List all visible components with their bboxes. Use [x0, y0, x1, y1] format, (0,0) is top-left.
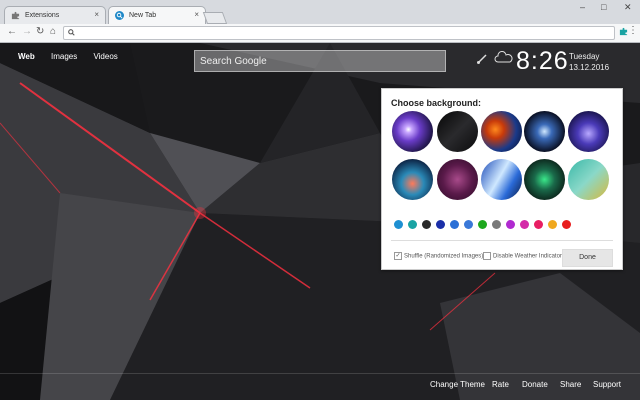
color-swatch[interactable] — [436, 220, 445, 229]
search-tab-videos[interactable]: Videos — [93, 52, 117, 61]
address-bar[interactable] — [63, 26, 615, 40]
background-thumbnail[interactable] — [392, 111, 433, 152]
maximize-icon[interactable]: □ — [601, 2, 606, 12]
color-swatch[interactable] — [450, 220, 459, 229]
footer-share[interactable]: Share — [560, 380, 581, 389]
disable-weather-checkbox[interactable]: Disable Weather Indicator — [483, 252, 562, 260]
tab-new-tab[interactable]: New Tab × — [108, 6, 206, 25]
paintbrush-icon[interactable] — [476, 53, 488, 65]
shuffle-checkbox[interactable]: ✓ Shuffle (Randomized Images) — [394, 252, 483, 260]
minimize-icon[interactable]: – — [580, 2, 585, 12]
color-swatch[interactable] — [464, 220, 473, 229]
clock-day: Tuesday — [569, 52, 600, 61]
search-icon — [68, 29, 75, 36]
color-swatch[interactable] — [562, 220, 571, 229]
weather-label: Disable Weather Indicator — [493, 253, 562, 260]
color-swatch[interactable] — [534, 220, 543, 229]
browser-toolbar: ← → ↻ ⌂ ⋮ — [0, 24, 640, 43]
color-swatch[interactable] — [506, 220, 515, 229]
reload-icon[interactable]: ↻ — [36, 26, 44, 37]
new-tab-page: Web Images Videos 8:26 Tuesday 13.12.201… — [0, 43, 640, 400]
puzzle-icon — [11, 11, 20, 20]
tab-extensions[interactable]: Extensions × — [4, 6, 106, 25]
new-tab-button[interactable] — [202, 12, 228, 24]
footer-support[interactable]: Support — [593, 380, 621, 389]
panel-title: Choose background: — [391, 98, 482, 108]
footer-donate[interactable]: Donate — [522, 380, 548, 389]
search-tab-images[interactable]: Images — [51, 52, 77, 61]
background-thumbnail[interactable] — [568, 159, 609, 200]
color-swatch[interactable] — [478, 220, 487, 229]
shuffle-label: Shuffle (Randomized Images) — [404, 253, 484, 260]
color-swatch[interactable] — [422, 220, 431, 229]
menu-icon[interactable]: ⋮ — [628, 25, 638, 36]
back-icon[interactable]: ← — [7, 26, 17, 37]
tab-label: New Tab — [129, 12, 157, 19]
background-thumbnail[interactable] — [481, 111, 522, 152]
close-window-icon[interactable]: ✕ — [624, 2, 632, 13]
done-button[interactable]: Done — [562, 249, 613, 267]
background-thumbnail[interactable] — [437, 159, 478, 200]
background-thumbnail[interactable] — [437, 111, 478, 152]
search-type-tabs: Web Images Videos — [18, 52, 132, 61]
tab-strip: Extensions × New Tab × – □ ✕ — [0, 0, 640, 25]
background-thumbnail[interactable] — [524, 159, 565, 200]
tab-label: Extensions — [25, 12, 60, 19]
color-swatch[interactable] — [520, 220, 529, 229]
home-icon[interactable]: ⌂ — [50, 26, 56, 37]
background-thumbnail[interactable] — [568, 111, 609, 152]
footer-links: Change Theme Rate Donate Share Support — [0, 373, 640, 400]
background-chooser-panel: Choose background: ✓ Shuffle (Randomized … — [381, 88, 623, 270]
search-tab-icon — [115, 11, 124, 20]
search-box — [194, 50, 446, 72]
forward-icon[interactable]: → — [22, 26, 32, 37]
color-swatch[interactable] — [394, 220, 403, 229]
search-tab-web[interactable]: Web — [18, 52, 35, 61]
background-thumbnail[interactable] — [392, 159, 433, 200]
color-swatch[interactable] — [408, 220, 417, 229]
footer-change-theme[interactable]: Change Theme — [430, 380, 485, 389]
divider — [391, 240, 613, 241]
close-tab-icon[interactable]: × — [94, 10, 99, 19]
close-tab-icon[interactable]: × — [194, 10, 199, 19]
extension-puzzle-icon[interactable] — [619, 27, 628, 36]
cloud-weather-icon — [494, 51, 513, 63]
checkbox-unchecked-icon[interactable] — [483, 252, 491, 260]
clock-date: 13.12.2016 — [569, 63, 610, 72]
background-thumbnail[interactable] — [524, 111, 565, 152]
search-input[interactable] — [195, 52, 445, 71]
footer-rate[interactable]: Rate — [492, 380, 509, 389]
clock-time: 8:26 — [516, 47, 569, 75]
color-swatch[interactable] — [548, 220, 557, 229]
checkbox-checked-icon[interactable]: ✓ — [394, 252, 402, 260]
background-thumbnail[interactable] — [481, 159, 522, 200]
color-swatch[interactable] — [492, 220, 501, 229]
